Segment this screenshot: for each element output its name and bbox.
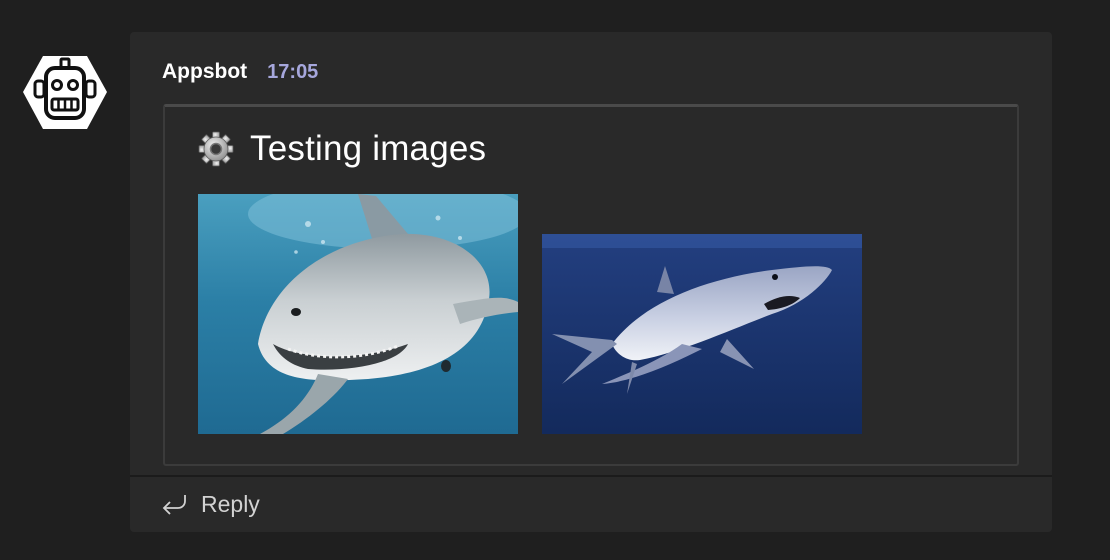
message-header: Appsbot 17:05	[162, 60, 318, 86]
gear-icon	[198, 131, 234, 167]
card-title-row: Testing images	[198, 129, 486, 169]
adaptive-card: Testing images	[163, 104, 1019, 466]
reply-button[interactable]: Reply	[161, 487, 260, 521]
card-image-mako-shark[interactable]	[542, 234, 862, 434]
reply-arrow-icon	[162, 495, 186, 515]
reply-label: Reply	[201, 490, 260, 517]
bot-avatar[interactable]	[22, 55, 108, 130]
message-divider	[130, 475, 1052, 477]
card-image-great-white-shark[interactable]	[198, 194, 518, 434]
sender-name[interactable]: Appsbot	[162, 60, 247, 84]
card-title: Testing images	[250, 129, 487, 168]
message-bubble: Appsbot 17:05 Testing images Reply	[130, 32, 1052, 532]
message-timestamp: 17:05	[267, 61, 319, 83]
